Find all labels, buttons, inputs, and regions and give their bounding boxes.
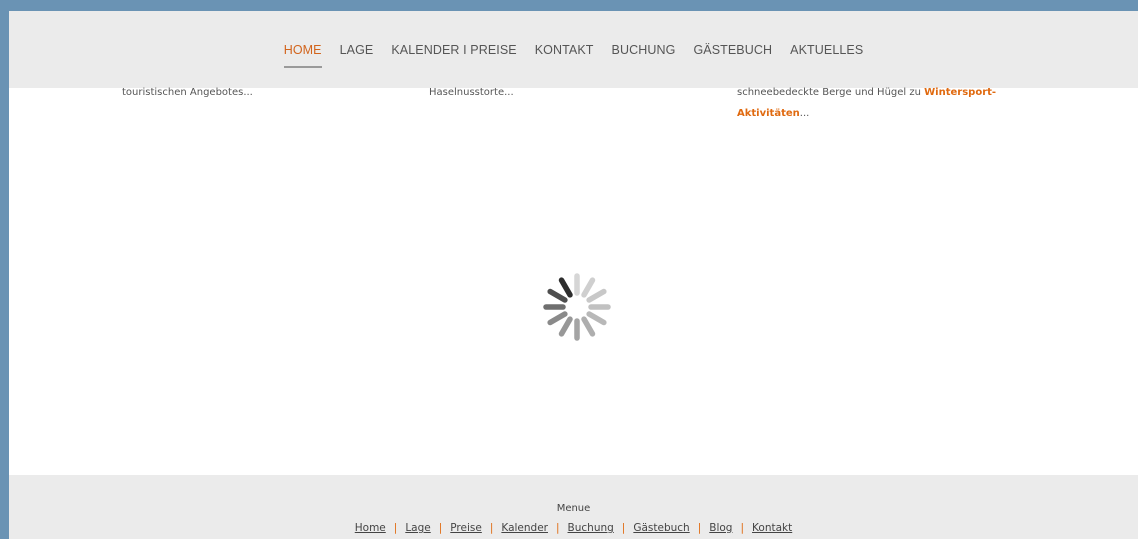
aktivitaeten-link[interactable]: Aktivitäten: [737, 108, 800, 119]
footer-separator: |: [621, 522, 626, 534]
footer-menu: Home | Lage | Preise | Kalender | Buchung | Gästeb…: [9, 522, 1138, 534]
footer-link-kalender[interactable]: Kalender: [501, 522, 548, 534]
spinner-icon: [541, 271, 613, 343]
page: HOME LAGE KALENDER I PREISE KONTAKT BUCH…: [9, 11, 1138, 539]
footer-link-blog[interactable]: Blog: [709, 522, 732, 534]
footer-link-kontakt[interactable]: Kontakt: [752, 522, 792, 534]
nav-item-kalender-preise[interactable]: KALENDER I PREISE: [382, 43, 525, 57]
nav-item-home[interactable]: HOME: [275, 43, 331, 68]
footer-link-home[interactable]: Home: [355, 522, 386, 534]
top-navigation: HOME LAGE KALENDER I PREISE KONTAKT BUCH…: [9, 11, 1138, 88]
footer-separator: |: [393, 522, 398, 534]
nav-item-lage[interactable]: LAGE: [331, 43, 383, 57]
footer-link-preise[interactable]: Preise: [450, 522, 482, 534]
nav-item-kontakt[interactable]: KONTAKT: [526, 43, 603, 57]
footer-link-buchung[interactable]: Buchung: [568, 522, 614, 534]
footer-separator: |: [697, 522, 702, 534]
footer-separator: |: [740, 522, 745, 534]
nav-item-buchung[interactable]: BUCHUNG: [603, 43, 685, 57]
footer-separator: |: [438, 522, 443, 534]
teaser-text-3: schneebedeckte Berge und Hügel zu Winter…: [737, 82, 996, 124]
footer-separator: |: [489, 522, 494, 534]
nav-item-aktuelles[interactable]: AKTUELLES: [781, 43, 872, 57]
footer-title: Menue: [556, 503, 591, 514]
nav-list: HOME LAGE KALENDER I PREISE KONTAKT BUCH…: [9, 43, 1138, 68]
footer: Menue Home | Lage | Preise | Kalender | Buchung |…: [9, 475, 1138, 539]
footer-link-lage[interactable]: Lage: [405, 522, 430, 534]
footer-link-gaestebuch[interactable]: Gästebuch: [633, 522, 689, 534]
teaser-text-2: Haselnusstorte...: [429, 87, 514, 98]
teaser-text-3-line: schneebedeckte Berge und Hügel zu: [737, 87, 925, 98]
teaser-ellipsis: ...: [799, 108, 810, 119]
footer-separator: |: [555, 522, 560, 534]
nav-item-gaestebuch[interactable]: GÄSTEBUCH: [684, 43, 781, 57]
spinner-svg: [543, 273, 611, 341]
teaser-text-1: touristischen Angebotes...: [122, 87, 253, 98]
wintersport-link[interactable]: Wintersport-: [924, 87, 996, 98]
